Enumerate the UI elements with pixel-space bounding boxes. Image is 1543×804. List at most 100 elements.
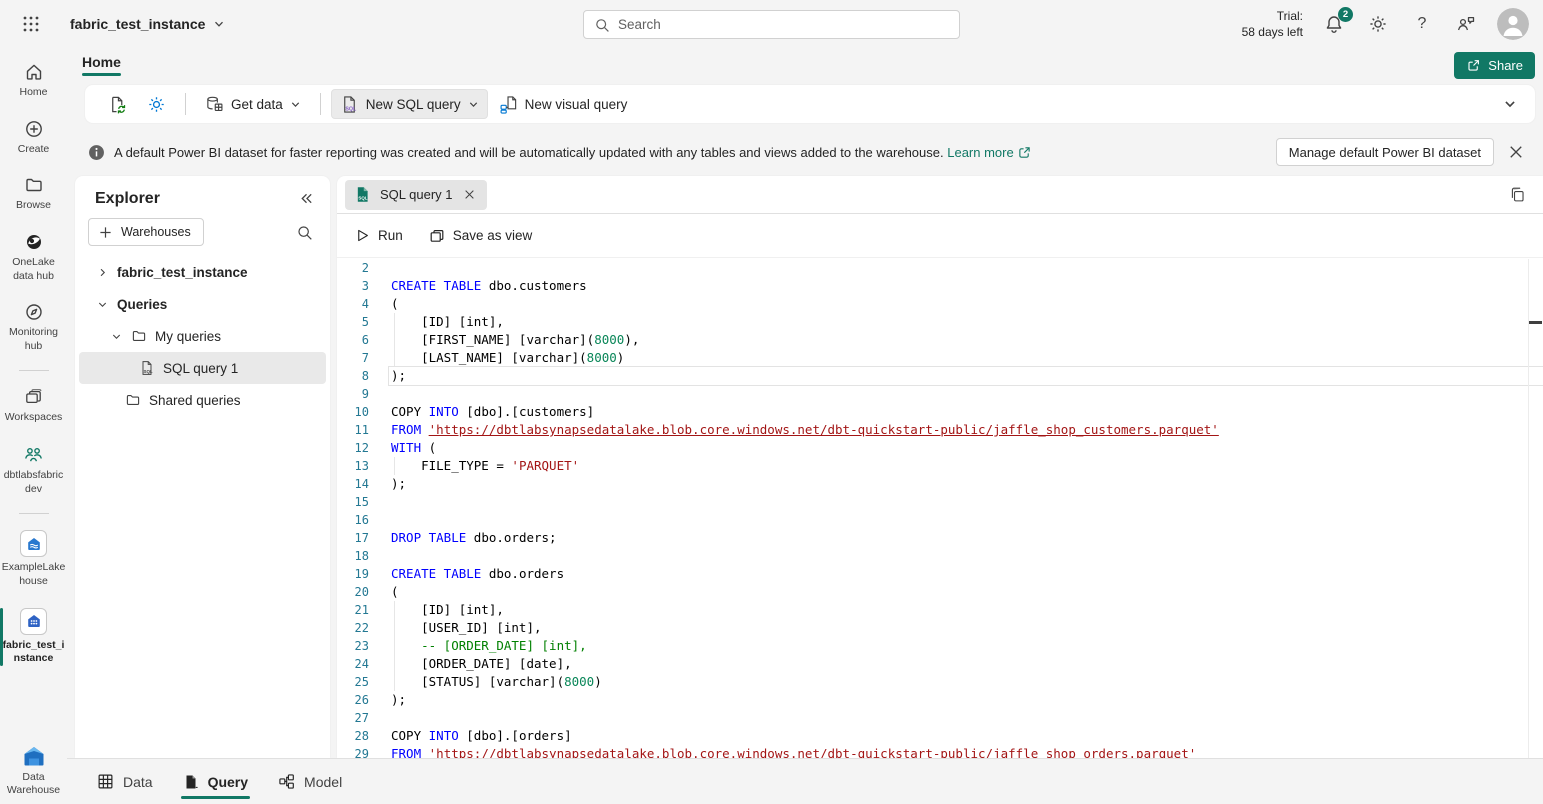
code-line[interactable]: 27: [337, 709, 1543, 727]
code-line[interactable]: 18: [337, 547, 1543, 565]
code-line[interactable]: 12WITH (: [337, 439, 1543, 457]
rail-item-label: Workspaces: [5, 411, 63, 425]
banner-message: A default Power BI dataset for faster re…: [114, 145, 944, 160]
save-as-view-button[interactable]: Save as view: [429, 228, 533, 244]
global-search[interactable]: [583, 10, 960, 39]
code-line[interactable]: 24 [ORDER_DATE] [date],: [337, 655, 1543, 673]
page-tab-row: Home Share: [0, 48, 1543, 82]
rail-item-monitoring-hub[interactable]: Monitoring hub: [0, 300, 67, 355]
manage-default-dataset-button[interactable]: Manage default Power BI dataset: [1276, 138, 1494, 166]
chevron-down-icon: [95, 299, 109, 310]
refresh-document-button[interactable]: [99, 89, 136, 119]
feedback-icon[interactable]: [1453, 11, 1479, 37]
line-number: 13: [337, 457, 369, 475]
rail-item-workspaces[interactable]: Workspaces: [0, 385, 67, 427]
code-line[interactable]: 19CREATE TABLE dbo.orders: [337, 565, 1543, 583]
get-data-button[interactable]: Get data: [196, 89, 310, 119]
rail-item-create[interactable]: Create: [0, 117, 67, 159]
sql-code-editor[interactable]: 23CREATE TABLE dbo.customers4(5 [ID] [in…: [337, 258, 1543, 758]
new-visual-query-button[interactable]: New visual query: [490, 89, 637, 119]
code-line[interactable]: 2: [337, 259, 1543, 277]
code-line[interactable]: 4(: [337, 295, 1543, 313]
share-button[interactable]: Share: [1454, 52, 1535, 79]
run-button[interactable]: Run: [355, 228, 403, 243]
code-line[interactable]: 26);: [337, 691, 1543, 709]
rail-item-home[interactable]: Home: [0, 60, 67, 102]
line-number: 4: [337, 295, 369, 313]
search-input[interactable]: [618, 17, 949, 32]
rail-item-fabric-test-instance[interactable]: fabric_test_instance: [0, 606, 67, 668]
line-number: 25: [337, 673, 369, 691]
help-icon[interactable]: ?: [1409, 11, 1435, 37]
new-visual-query-label: New visual query: [525, 97, 628, 112]
explorer-search-icon[interactable]: [293, 221, 316, 244]
code-line[interactable]: 22 [USER_ID] [int],: [337, 619, 1543, 637]
code-line[interactable]: 21 [ID] [int],: [337, 601, 1543, 619]
left-nav-rail: Home Create Browse OneLake data hub Moni…: [0, 48, 67, 804]
dataset-info-banner: A default Power BI dataset for faster re…: [0, 128, 1543, 176]
settings-icon[interactable]: [1365, 11, 1391, 37]
account-avatar[interactable]: [1497, 8, 1529, 40]
code-line[interactable]: 25 [STATUS] [varchar](8000): [337, 673, 1543, 691]
new-warehouse-button[interactable]: Warehouses: [88, 218, 204, 246]
code-line[interactable]: 17DROP TABLE dbo.orders;: [337, 529, 1543, 547]
workspace-switcher[interactable]: fabric_test_instance: [70, 16, 225, 32]
tab-query[interactable]: Query: [181, 759, 250, 804]
query-tab-sql-query-1[interactable]: SQL SQL query 1: [345, 180, 487, 210]
tree-item-queries[interactable]: Queries: [79, 288, 326, 320]
line-number: 2: [337, 259, 369, 277]
rail-item-onelake-data-hub[interactable]: OneLake data hub: [0, 230, 67, 285]
code-line[interactable]: 6 [FIRST_NAME] [varchar](8000),: [337, 331, 1543, 349]
tab-home[interactable]: Home: [82, 54, 121, 76]
tab-model[interactable]: Model: [276, 759, 344, 804]
code-line[interactable]: 11FROM 'https://dbtlabsynapsedatalake.bl…: [337, 421, 1543, 439]
collapse-ribbon-icon[interactable]: [1499, 93, 1521, 115]
line-number: 16: [337, 511, 369, 529]
code-line[interactable]: 9: [337, 385, 1543, 403]
rail-item-dbtlabsfabricdev[interactable]: dbtlabsfabricdev: [0, 442, 67, 498]
tree-item-warehouse[interactable]: fabric_test_instance: [79, 256, 326, 288]
code-line[interactable]: 13 FILE_TYPE = 'PARQUET': [337, 457, 1543, 475]
rail-item-browse[interactable]: Browse: [0, 173, 67, 215]
code-line[interactable]: 5 [ID] [int],: [337, 313, 1543, 331]
rail-item-label: Browse: [16, 199, 51, 213]
app-launcher-icon[interactable]: [16, 9, 46, 39]
code-line[interactable]: 15: [337, 493, 1543, 511]
rail-divider: [19, 513, 49, 514]
line-number: 21: [337, 601, 369, 619]
home-icon: [24, 62, 44, 82]
line-number: 19: [337, 565, 369, 583]
rail-item-data-warehouse[interactable]: Data Warehouse: [0, 743, 67, 800]
results-pane-splitter[interactable]: [1529, 321, 1542, 324]
tree-item-my-queries[interactable]: My queries: [79, 320, 326, 352]
code-line[interactable]: 23 -- [ORDER_DATE] [int],: [337, 637, 1543, 655]
collapse-explorer-icon[interactable]: [297, 189, 316, 208]
learn-more-link[interactable]: Learn more: [947, 145, 1030, 160]
tab-data[interactable]: Data: [95, 759, 155, 804]
warehouse-settings-button[interactable]: [138, 89, 175, 119]
code-line[interactable]: 14);: [337, 475, 1543, 493]
tab-label: Model: [304, 774, 342, 790]
data-warehouse-icon: [22, 745, 46, 767]
close-tab-icon[interactable]: [462, 187, 477, 202]
code-line[interactable]: 20(: [337, 583, 1543, 601]
code-line[interactable]: 7 [LAST_NAME] [varchar](8000): [337, 349, 1543, 367]
chevron-right-icon: [95, 267, 109, 278]
code-line[interactable]: 8);: [337, 367, 1543, 385]
tree-item-sql-query-1[interactable]: SQL SQL query 1: [79, 352, 326, 384]
code-line[interactable]: 10COPY INTO [dbo].[customers]: [337, 403, 1543, 421]
notification-badge: 2: [1338, 7, 1353, 22]
banner-close-icon[interactable]: [1503, 139, 1529, 165]
new-warehouse-label: Warehouses: [121, 225, 191, 239]
code-line[interactable]: 16: [337, 511, 1543, 529]
editor-scrollbar[interactable]: [1528, 259, 1543, 758]
code-line[interactable]: 29FROM 'https://dbtlabsynapsedatalake.bl…: [337, 745, 1543, 758]
tree-item-shared-queries[interactable]: Shared queries: [79, 384, 326, 416]
rail-item-examplelakehouse[interactable]: ExampleLakehouse: [0, 528, 67, 590]
copy-icon[interactable]: [1506, 183, 1529, 206]
notifications-icon[interactable]: 2: [1321, 11, 1347, 37]
code-line[interactable]: 3CREATE TABLE dbo.customers: [337, 277, 1543, 295]
code-line[interactable]: 28COPY INTO [dbo].[orders]: [337, 727, 1543, 745]
new-sql-query-button[interactable]: SQL New SQL query: [331, 89, 488, 119]
line-number: 8: [337, 367, 369, 385]
